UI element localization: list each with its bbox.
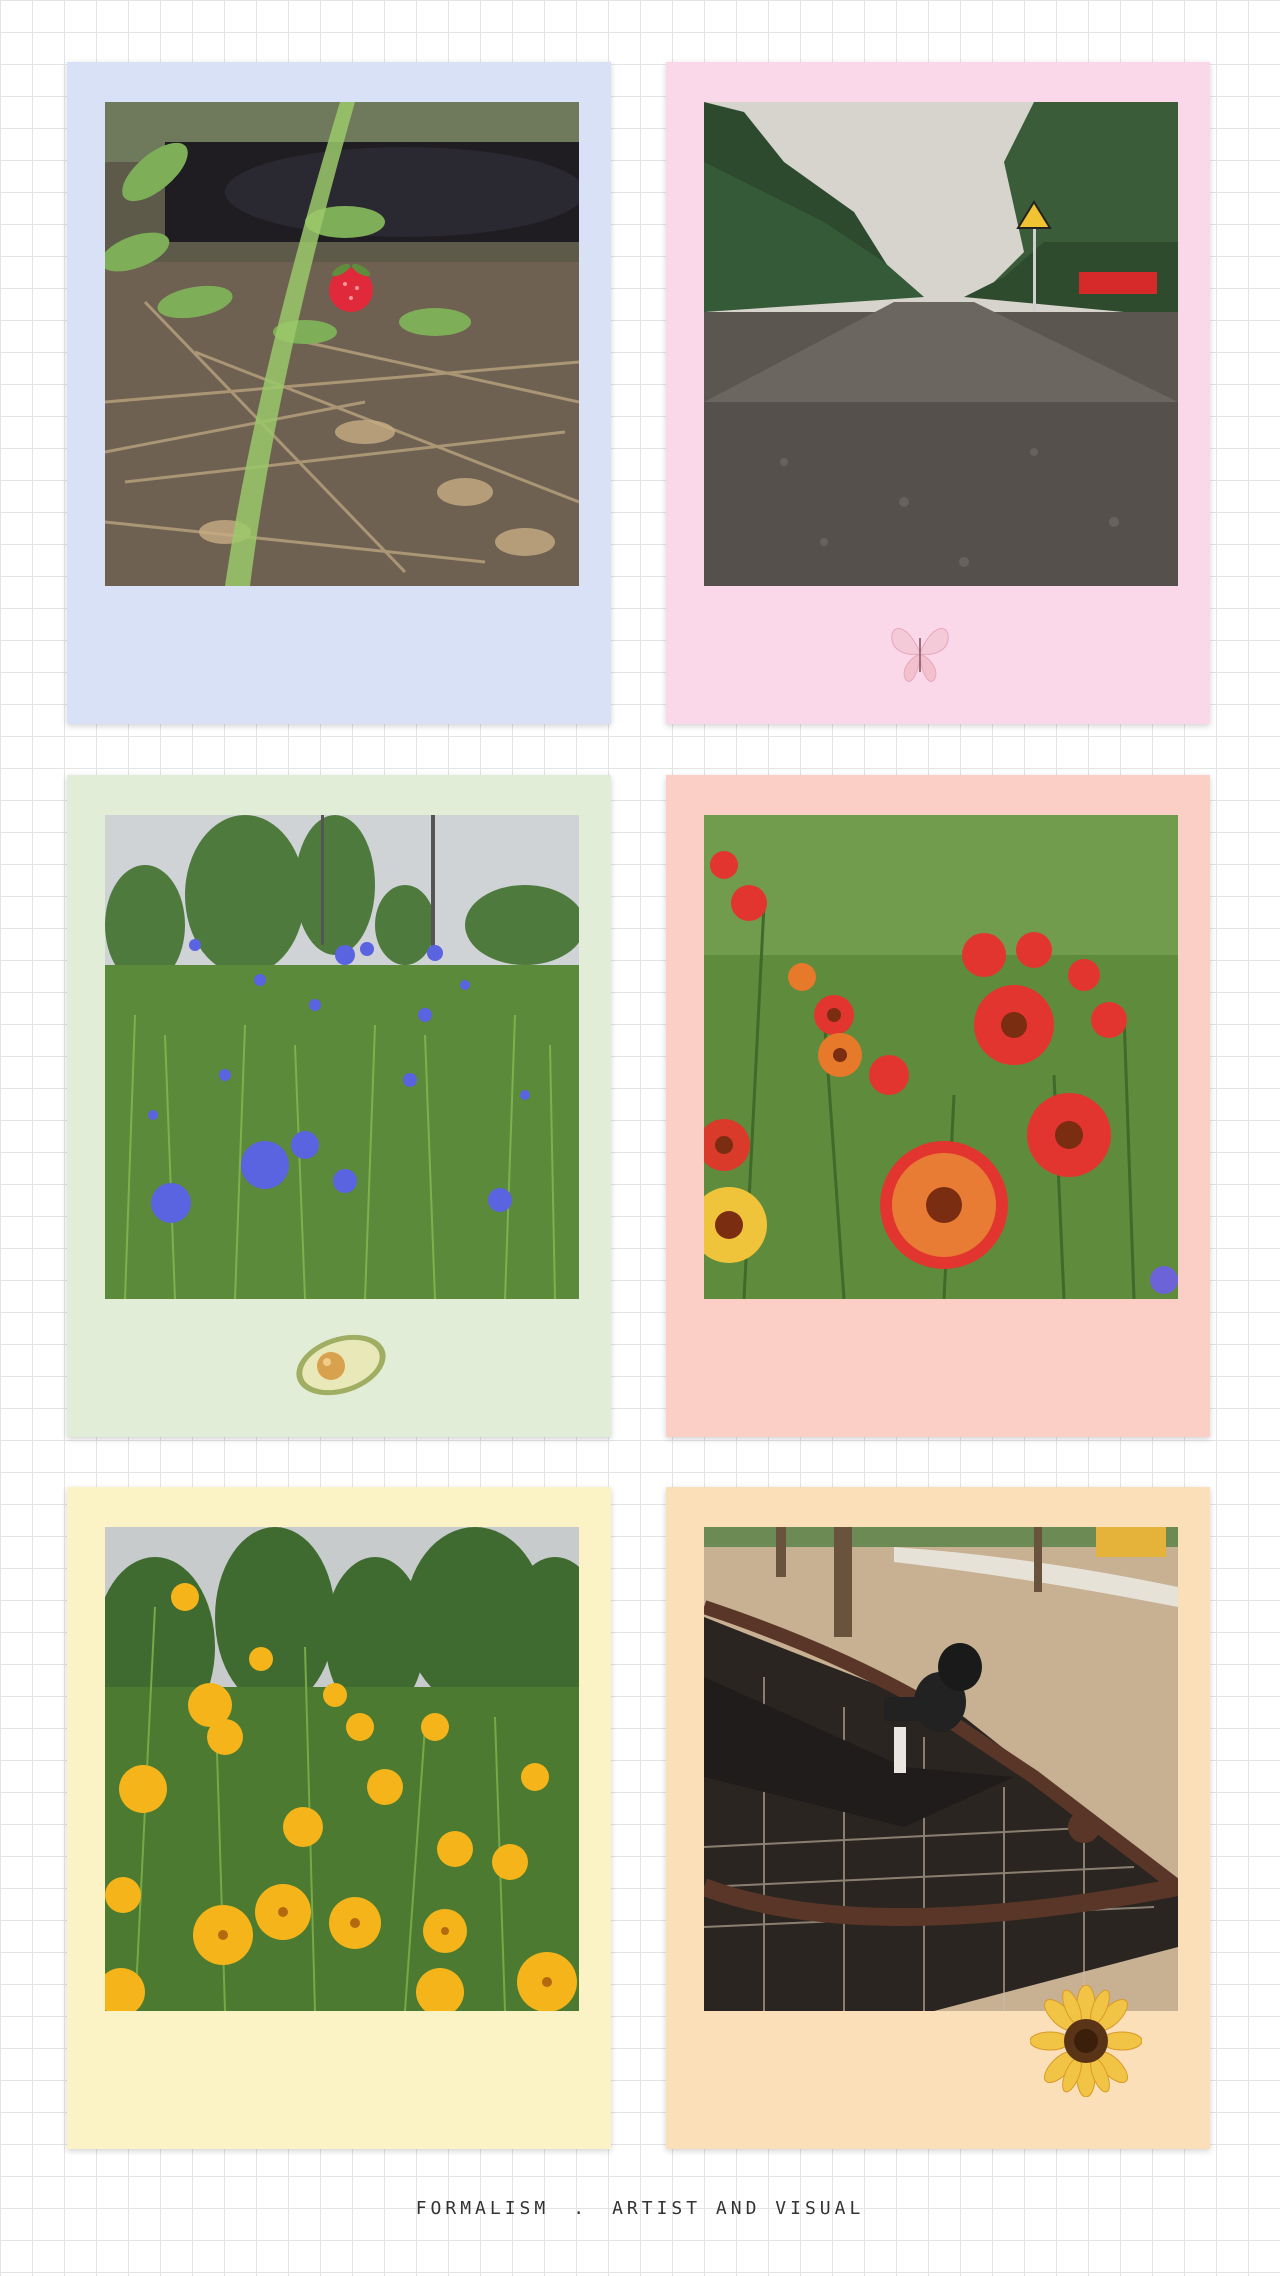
yellow-coreopsis-photo [105,1527,579,2011]
polaroid-card-blue [67,62,611,724]
sunflower-sticker [1030,1985,1142,2097]
polaroid-card-peach [666,1487,1210,2149]
footer-separator: . [573,2198,589,2219]
red-yellow-gaillardia-photo [704,815,1178,1299]
strawberry-in-grass-photo [105,102,579,586]
butterfly-sticker [891,628,949,682]
child-on-rope-net-slide-photo [704,1527,1178,2011]
polaroid-card-yellow [67,1487,611,2149]
footer-left-text: FORMALISM [415,2198,550,2219]
blue-cornflowers-photo [105,815,579,1299]
avocado-sticker [296,1334,386,1396]
footer-caption: FORMALISM. ARTIST AND VISUAL [0,2198,1280,2219]
footer-right-text: ARTIST AND VISUAL [612,2198,865,2219]
polaroid-card-green [67,775,611,1437]
polaroid-card-pink [666,62,1210,724]
polaroid-card-salmon [666,775,1210,1437]
wet-road-and-trees-photo [704,102,1178,586]
